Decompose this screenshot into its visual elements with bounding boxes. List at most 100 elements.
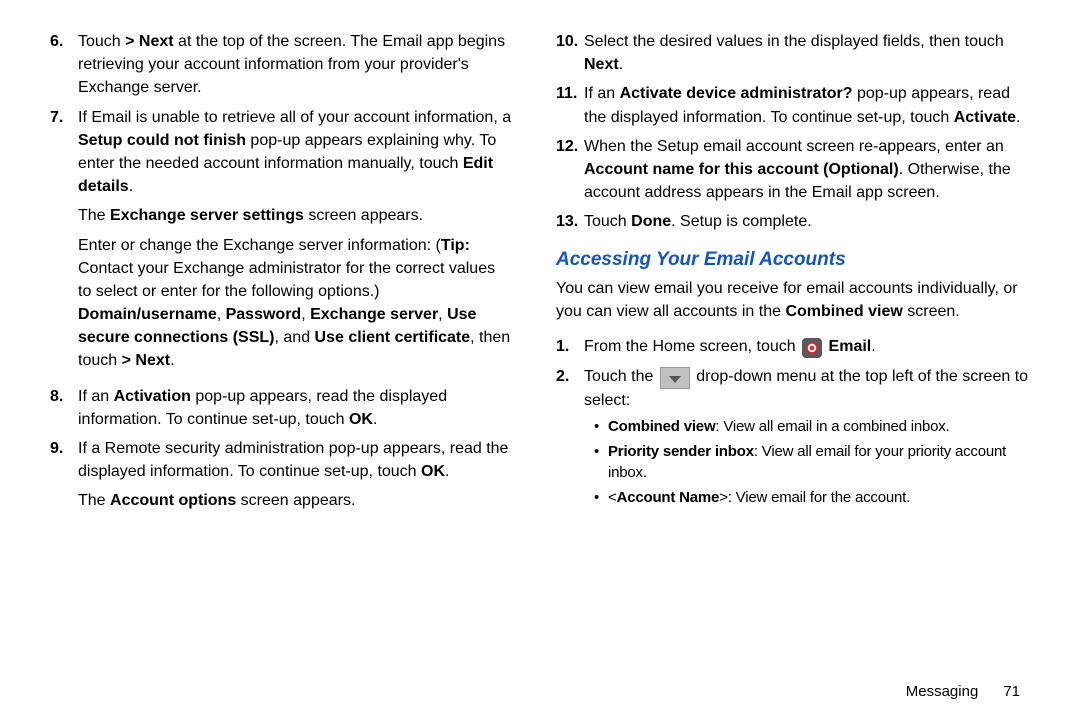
list-number: 1. — [556, 335, 584, 358]
bullet-dot: • — [594, 487, 608, 509]
list-item: 10.Select the desired values in the disp… — [556, 30, 1030, 76]
left-column: 6.Touch > Next at the top of the screen.… — [50, 30, 540, 700]
list-item: 2.Touch the drop-down menu at the top le… — [556, 365, 1030, 512]
list-number: 8. — [50, 385, 78, 431]
bold-text: > Next — [122, 352, 170, 369]
list-body: When the Setup email account screen re-a… — [584, 135, 1030, 205]
body-text: : View all email in a combined inbox. — [715, 418, 949, 435]
list-main-text: If a Remote security administration pop-… — [78, 437, 512, 483]
list-body: If Email is unable to retrieve all of yo… — [78, 106, 512, 379]
body-text: . — [1016, 109, 1020, 126]
left-ordered-list: 6.Touch > Next at the top of the screen.… — [50, 30, 512, 519]
list-item: 6.Touch > Next at the top of the screen.… — [50, 30, 512, 100]
bold-text: Use client certificate — [315, 329, 471, 346]
list-main-text: Touch the drop-down menu at the top left… — [584, 365, 1030, 412]
list-main-text: If Email is unable to retrieve all of yo… — [78, 106, 512, 199]
bold-text: Done — [631, 213, 671, 230]
body-text: The — [78, 492, 110, 509]
bold-text: Email — [829, 338, 872, 355]
bullet-dot: • — [594, 441, 608, 485]
bold-text: Account name for this account (Optional) — [584, 161, 899, 178]
bold-text: Exchange server — [310, 306, 438, 323]
bold-text: Combined view — [785, 303, 902, 320]
list-main-text: If an Activate device administrator? pop… — [584, 82, 1030, 128]
bullet-list: •Combined view: View all email in a comb… — [594, 416, 1030, 509]
footer-section: Messaging — [906, 683, 979, 700]
body-text: < — [608, 489, 617, 506]
list-sub-paragraph: Enter or change the Exchange server info… — [78, 234, 512, 373]
dropdown-icon — [660, 367, 690, 389]
page-footer: Messaging 71 — [906, 683, 1020, 700]
list-number: 2. — [556, 365, 584, 512]
body-text: . — [129, 178, 133, 195]
list-item: 11.If an Activate device administrator? … — [556, 82, 1030, 128]
bold-text: > Next — [125, 33, 173, 50]
list-body: Touch Done. Setup is complete. — [584, 210, 1030, 233]
list-item: 13.Touch Done. Setup is complete. — [556, 210, 1030, 233]
bold-text: Exchange server settings — [110, 207, 304, 224]
body-text: , and — [275, 329, 315, 346]
body-text: Touch — [78, 33, 125, 50]
body-text: . — [170, 352, 174, 369]
body-text: From the Home screen, touch — [584, 338, 800, 355]
bold-text: Priority sender inbox — [608, 443, 754, 460]
list-sub-paragraph: The Exchange server settings screen appe… — [78, 204, 512, 227]
list-body: From the Home screen, touch Email. — [584, 335, 1030, 358]
bold-text: Activation — [114, 388, 191, 405]
right-ordered-list-steps: 1.From the Home screen, touch Email.2.To… — [556, 335, 1030, 511]
body-text: screen appears. — [236, 492, 355, 509]
email-app-icon — [802, 338, 822, 358]
body-text: . Setup is complete. — [671, 213, 812, 230]
list-body: Touch > Next at the top of the screen. T… — [78, 30, 512, 100]
list-main-text: If an Activation pop-up appears, read th… — [78, 385, 512, 431]
bold-text: Account Name — [617, 489, 720, 506]
list-number: 6. — [50, 30, 78, 100]
list-main-text: Touch Done. Setup is complete. — [584, 210, 1030, 233]
list-number: 9. — [50, 437, 78, 519]
list-item: 9.If a Remote security administration po… — [50, 437, 512, 519]
body-text: When the Setup email account screen re-a… — [584, 138, 1004, 155]
list-item: 12.When the Setup email account screen r… — [556, 135, 1030, 205]
section-heading: Accessing Your Email Accounts — [556, 246, 1030, 274]
bold-text: Activate device administrator? — [620, 85, 853, 102]
bold-text: Domain/username — [78, 306, 217, 323]
bold-text: Activate — [954, 109, 1016, 126]
list-main-text: When the Setup email account screen re-a… — [584, 135, 1030, 205]
bullet-text: Priority sender inbox: View all email fo… — [608, 441, 1030, 485]
footer-page-number: 71 — [1003, 683, 1020, 700]
body-text: , — [217, 306, 226, 323]
right-column: 10.Select the desired values in the disp… — [540, 30, 1030, 700]
list-number: 12. — [556, 135, 584, 205]
body-text: The — [78, 207, 110, 224]
list-main-text: Select the desired values in the display… — [584, 30, 1030, 76]
list-main-text: From the Home screen, touch Email. — [584, 335, 1030, 358]
body-text: Enter or change the Exchange server info… — [78, 237, 441, 254]
body-text: Touch — [584, 213, 631, 230]
bold-text: Next — [584, 56, 619, 73]
body-text: Touch the — [584, 368, 658, 385]
list-item: 7.If Email is unable to retrieve all of … — [50, 106, 512, 379]
bold-text: OK — [349, 411, 373, 428]
body-text: , — [438, 306, 447, 323]
bold-text: OK — [421, 463, 445, 480]
body-text: screen appears. — [304, 207, 423, 224]
right-ordered-list-continued: 10.Select the desired values in the disp… — [556, 30, 1030, 234]
list-item: 8.If an Activation pop-up appears, read … — [50, 385, 512, 431]
bullet-text: <Account Name>: View email for the accou… — [608, 487, 910, 509]
intro-paragraph: You can view email you receive for email… — [556, 277, 1030, 323]
body-text: If an — [78, 388, 114, 405]
bold-text: Account options — [110, 492, 236, 509]
bold-text: Combined view — [608, 418, 715, 435]
body-text: Select the desired values in the display… — [584, 33, 1004, 50]
body-text: . — [871, 338, 875, 355]
body-text: . — [445, 463, 449, 480]
bullet-text: Combined view: View all email in a combi… — [608, 416, 950, 438]
list-item: 1.From the Home screen, touch Email. — [556, 335, 1030, 358]
bold-text: Password — [226, 306, 302, 323]
body-text: , — [301, 306, 310, 323]
list-body: Select the desired values in the display… — [584, 30, 1030, 76]
bold-text: Tip: — [441, 237, 470, 254]
body-text: . — [619, 56, 623, 73]
body-text: >: View email for the account. — [719, 489, 910, 506]
body-text: Contact your Exchange administrator for … — [78, 260, 495, 300]
